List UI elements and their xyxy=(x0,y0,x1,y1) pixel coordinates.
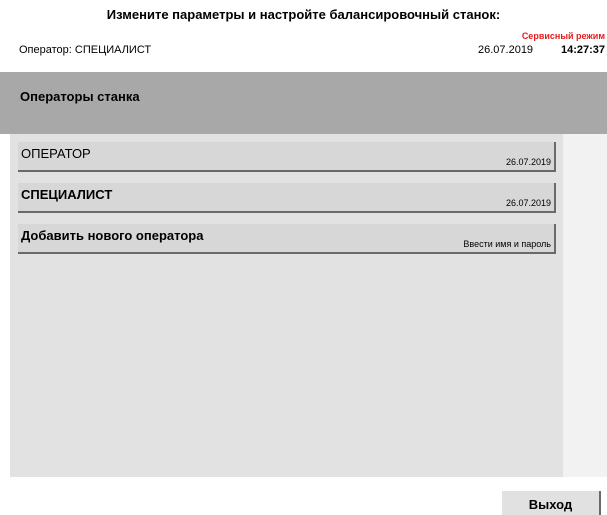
add-operator-label: Добавить нового оператора xyxy=(21,228,204,243)
instruction-title: Измените параметры и настройте балансиро… xyxy=(106,7,501,22)
add-operator-hint: Ввести имя и пароль xyxy=(463,239,551,249)
section-header: Операторы станка xyxy=(0,72,607,134)
operator-date: 26.07.2019 xyxy=(505,157,551,167)
exit-button[interactable]: Выход xyxy=(502,491,601,515)
operator-item-operator[interactable]: ОПЕРАТОР 26.07.2019 xyxy=(18,142,556,172)
add-operator-button[interactable]: Добавить нового оператора Ввести имя и п… xyxy=(18,224,556,254)
operator-name: ОПЕРАТОР xyxy=(21,146,91,161)
operator-date: 26.07.2019 xyxy=(505,198,551,208)
service-mode-badge: Сервисный режим xyxy=(521,31,605,41)
status-bar: Оператор: СПЕЦИАЛИСТ Сервисный режим 26.… xyxy=(0,26,607,62)
side-strip xyxy=(563,134,607,477)
time-display: 14:27:37 xyxy=(560,44,605,56)
date-display: 26.07.2019 xyxy=(478,44,534,56)
operator-item-specialist[interactable]: СПЕЦИАЛИСТ 26.07.2019 xyxy=(18,183,556,213)
section-title: Операторы станка xyxy=(20,89,140,104)
operators-list: ОПЕРАТОР 26.07.2019 СПЕЦИАЛИСТ 26.07.201… xyxy=(10,134,563,477)
operator-name: СПЕЦИАЛИСТ xyxy=(21,187,113,202)
current-operator-label: Оператор: СПЕЦИАЛИСТ xyxy=(19,44,152,56)
balancer-settings-screen: Измените параметры и настройте балансиро… xyxy=(0,0,607,515)
